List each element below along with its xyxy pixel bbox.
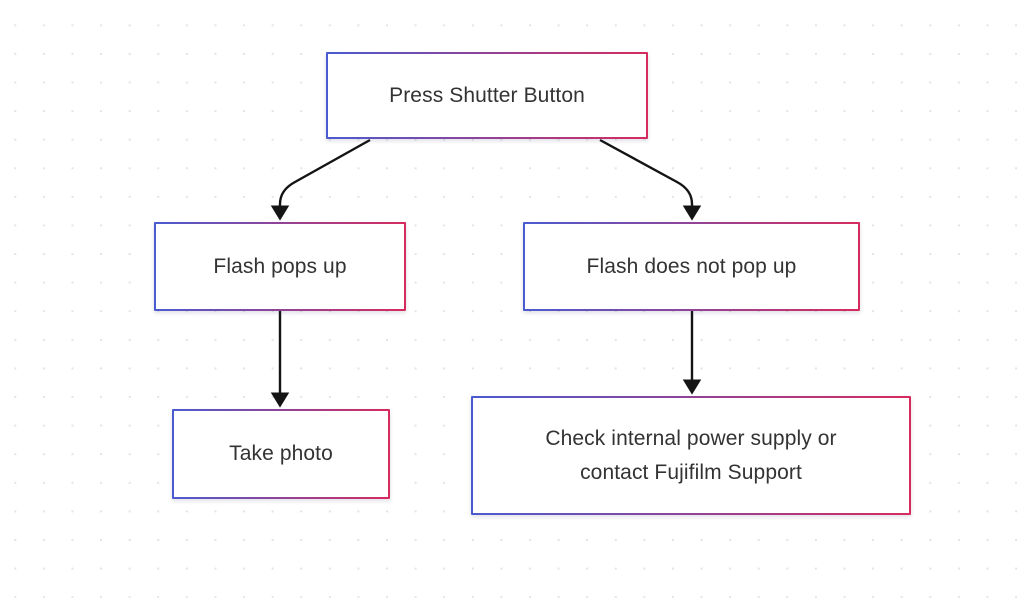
node-label: Flash does not pop up xyxy=(586,254,797,278)
node-label: Take photo xyxy=(229,442,333,465)
node-label: Press Shutter Button xyxy=(389,83,585,107)
node-flash-pops-up[interactable]: Flash pops up xyxy=(154,222,406,311)
node-check-internal-power-supply[interactable]: Check internal power supply or contact F… xyxy=(471,396,911,515)
node-flash-does-not-pop-up[interactable]: Flash does not pop up xyxy=(523,222,860,311)
node-label: Check internal power supply or contact F… xyxy=(545,426,837,484)
node-label: Flash pops up xyxy=(213,254,347,278)
node-press-shutter-button[interactable]: Press Shutter Button xyxy=(326,52,648,139)
edge-shutter-to-flash-does-not-pop-up xyxy=(599,138,702,221)
node-take-photo[interactable]: Take photo xyxy=(172,409,390,499)
edge-shutter-to-flash-pops-up xyxy=(270,138,371,221)
flowchart-canvas: Press Shutter Button Flash pops up Flash… xyxy=(0,0,1024,598)
